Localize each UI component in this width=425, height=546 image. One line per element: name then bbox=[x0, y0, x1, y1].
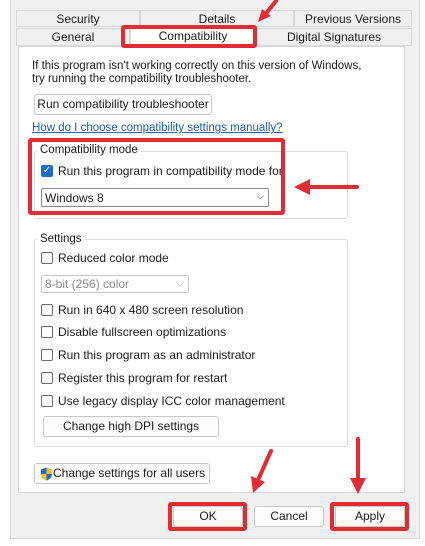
red-arrow-icon bbox=[258, 0, 278, 22]
annotation-arrows bbox=[251, 0, 366, 494]
red-arrow-icon bbox=[251, 449, 273, 493]
red-arrow-icon bbox=[350, 437, 366, 494]
red-arrow-icon bbox=[294, 179, 359, 195]
